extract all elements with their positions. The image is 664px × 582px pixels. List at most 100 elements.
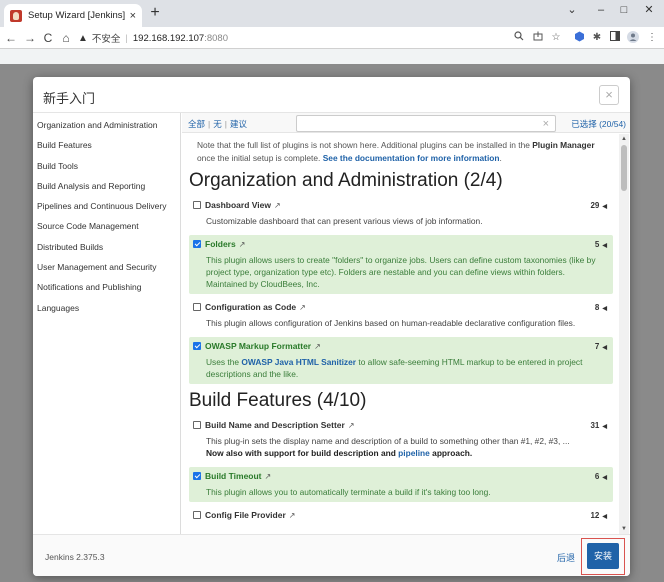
sidebar-item-languages[interactable]: Languages bbox=[33, 298, 180, 318]
dependency-count[interactable]: 6 ◀ bbox=[595, 472, 607, 481]
select-suggested-link[interactable]: 建议 bbox=[230, 119, 247, 129]
scroll-down-icon[interactable]: ▼ bbox=[619, 524, 629, 534]
clear-search-icon[interactable]: × bbox=[543, 117, 549, 131]
scrollbar-thumb[interactable] bbox=[621, 145, 627, 191]
external-link-icon[interactable]: ↗ bbox=[299, 303, 306, 312]
owasp-sanitizer-link[interactable]: OWASP Java HTML Sanitizer bbox=[241, 357, 356, 367]
external-link-icon[interactable]: ↗ bbox=[274, 201, 281, 210]
sidebar-item-pipelines[interactable]: Pipelines and Continuous Delivery bbox=[33, 196, 180, 216]
dependency-count-value: 7 bbox=[594, 341, 600, 351]
dialog-footer: Jenkins 2.375.3 后退 安装 bbox=[33, 534, 630, 576]
external-link-icon[interactable]: ↗ bbox=[289, 511, 296, 520]
sidebar-item-build-tools[interactable]: Build Tools bbox=[33, 156, 180, 176]
plugin-name: OWASP Markup Formatter bbox=[205, 341, 312, 351]
zoom-icon[interactable] bbox=[512, 31, 526, 45]
selection-links: 全部 | 无 | 建议 bbox=[188, 118, 247, 130]
external-link-icon[interactable]: ↗ bbox=[239, 240, 246, 249]
home-icon[interactable]: ⌂ bbox=[59, 30, 73, 46]
notice-text: once the initial setup is complete. bbox=[197, 152, 323, 163]
puzzle-icon[interactable]: ✱ bbox=[590, 31, 604, 45]
plugin-item[interactable]: Configuration as Code ↗ 8 ◀ This plugin a… bbox=[189, 298, 613, 333]
url-separator: | bbox=[125, 32, 128, 44]
plugin-description: Customizable dashboard that can present … bbox=[206, 216, 483, 226]
description-text: Uses the bbox=[206, 357, 242, 367]
dependency-count[interactable]: 8 ◀ bbox=[595, 303, 607, 312]
plugin-checkbox[interactable] bbox=[193, 511, 201, 519]
description-text: This plug-in sets the display name and d… bbox=[206, 436, 570, 446]
plugin-checkbox[interactable] bbox=[193, 303, 201, 311]
dependency-count[interactable]: 29 ◀ bbox=[590, 201, 607, 210]
star-icon[interactable]: ☆ bbox=[549, 31, 563, 45]
security-label[interactable]: 不安全 bbox=[92, 31, 121, 45]
plugin-item[interactable]: Dashboard View ↗ 29 ◀ Customizable dashbo… bbox=[189, 196, 613, 231]
close-dialog-button[interactable]: × bbox=[599, 85, 619, 105]
dependency-count[interactable]: 12 ◀ bbox=[590, 511, 607, 520]
sidebar-item-notifications[interactable]: Notifications and Publishing bbox=[33, 277, 180, 297]
minimize-button[interactable]: – bbox=[589, 2, 613, 18]
dependency-count-value: 29 bbox=[590, 200, 600, 210]
extension-icon[interactable] bbox=[572, 31, 586, 45]
dependency-arrow-icon: ◀ bbox=[602, 474, 607, 481]
plugin-name: Folders bbox=[205, 239, 236, 249]
plugin-list-scrollbar[interactable]: ▲ ▼ bbox=[619, 134, 629, 534]
pipeline-link[interactable]: pipeline bbox=[398, 448, 430, 458]
tab-close-icon[interactable]: × bbox=[130, 10, 136, 22]
new-tab-button[interactable]: + bbox=[147, 5, 163, 21]
plugin-item[interactable]: Folders ↗ 5 ◀ This plugin allows users to… bbox=[189, 235, 613, 294]
reload-icon[interactable]: C bbox=[41, 30, 55, 46]
plugin-description: This plugin allows you to automatically … bbox=[206, 487, 491, 497]
dependency-count[interactable]: 31 ◀ bbox=[590, 421, 607, 430]
sidebar-item-build-analysis[interactable]: Build Analysis and Reporting bbox=[33, 176, 180, 196]
description-bold-text: Now also with support for build descript… bbox=[206, 448, 399, 458]
browser-tab-strip: Setup Wizard [Jenkins] × + ⌄ – □ ✕ bbox=[0, 0, 664, 27]
plugin-checkbox[interactable] bbox=[193, 240, 201, 248]
close-window-button[interactable]: ✕ bbox=[637, 2, 661, 18]
address-bar[interactable]: ▲ 不安全 | 192.168.192.107 :8080 bbox=[78, 29, 558, 47]
warning-icon[interactable]: ▲ bbox=[78, 33, 88, 44]
share-icon[interactable] bbox=[531, 31, 545, 45]
plugin-checkbox[interactable] bbox=[193, 201, 201, 209]
plugin-item[interactable]: Build Name and Description Setter ↗ 31 ◀ … bbox=[189, 416, 613, 463]
dependency-count[interactable]: 7 ◀ bbox=[595, 342, 607, 351]
tab-search-icon[interactable]: ⌄ bbox=[560, 2, 584, 18]
back-icon[interactable]: ← bbox=[4, 30, 18, 46]
menu-icon[interactable]: ⋮ bbox=[645, 31, 659, 45]
dependency-arrow-icon: ◀ bbox=[602, 242, 607, 249]
sidepanel-icon[interactable] bbox=[608, 31, 622, 45]
plugin-checkbox[interactable] bbox=[193, 421, 201, 429]
select-none-link[interactable]: 无 bbox=[213, 119, 222, 129]
plugin-checkbox[interactable] bbox=[193, 342, 201, 350]
plugin-search-box[interactable]: × bbox=[296, 115, 556, 132]
dependency-arrow-icon: ◀ bbox=[602, 513, 607, 520]
plugin-item[interactable]: Config File Provider ↗ 12 ◀ bbox=[189, 506, 613, 525]
plugin-checkbox[interactable] bbox=[193, 472, 201, 480]
browser-tab[interactable]: Setup Wizard [Jenkins] × bbox=[4, 4, 142, 27]
sidebar-item-organization-administration[interactable]: Organization and Administration bbox=[33, 115, 180, 135]
maximize-button[interactable]: □ bbox=[612, 2, 636, 18]
external-link-icon[interactable]: ↗ bbox=[348, 421, 355, 430]
install-button[interactable]: 安装 bbox=[587, 543, 619, 569]
external-link-icon[interactable]: ↗ bbox=[314, 342, 321, 351]
sidebar-item-user-management[interactable]: User Management and Security bbox=[33, 257, 180, 277]
profile-icon[interactable] bbox=[626, 31, 640, 45]
page-top-band bbox=[0, 49, 664, 64]
dependency-count-value: 31 bbox=[590, 420, 600, 430]
forward-icon[interactable]: → bbox=[23, 30, 37, 46]
dependency-arrow-icon: ◀ bbox=[602, 423, 607, 430]
external-link-icon[interactable]: ↗ bbox=[265, 472, 272, 481]
sidebar-item-build-features[interactable]: Build Features bbox=[33, 135, 180, 155]
scroll-up-icon[interactable]: ▲ bbox=[619, 134, 629, 144]
back-button[interactable]: 后退 bbox=[557, 551, 575, 564]
plugin-item[interactable]: OWASP Markup Formatter ↗ 7 ◀ Uses the OWA… bbox=[189, 337, 613, 384]
sidebar-item-source-code[interactable]: Source Code Management bbox=[33, 216, 180, 236]
select-all-link[interactable]: 全部 bbox=[188, 119, 205, 129]
tab-title: Setup Wizard [Jenkins] bbox=[28, 10, 126, 21]
documentation-link[interactable]: See the documentation for more informati… bbox=[323, 153, 500, 163]
dependency-count[interactable]: 5 ◀ bbox=[595, 240, 607, 249]
plugin-notice: Note that the full list of plugins is no… bbox=[197, 139, 609, 164]
sidebar-item-distributed-builds[interactable]: Distributed Builds bbox=[33, 237, 180, 257]
plugin-item[interactable]: Build Timeout ↗ 6 ◀ This plugin allows yo… bbox=[189, 467, 613, 502]
selected-count[interactable]: 已选择 (20/54) bbox=[571, 118, 626, 130]
plugin-description: This plugin allows users to create "fold… bbox=[206, 255, 596, 289]
plugin-search-input[interactable] bbox=[299, 117, 535, 130]
